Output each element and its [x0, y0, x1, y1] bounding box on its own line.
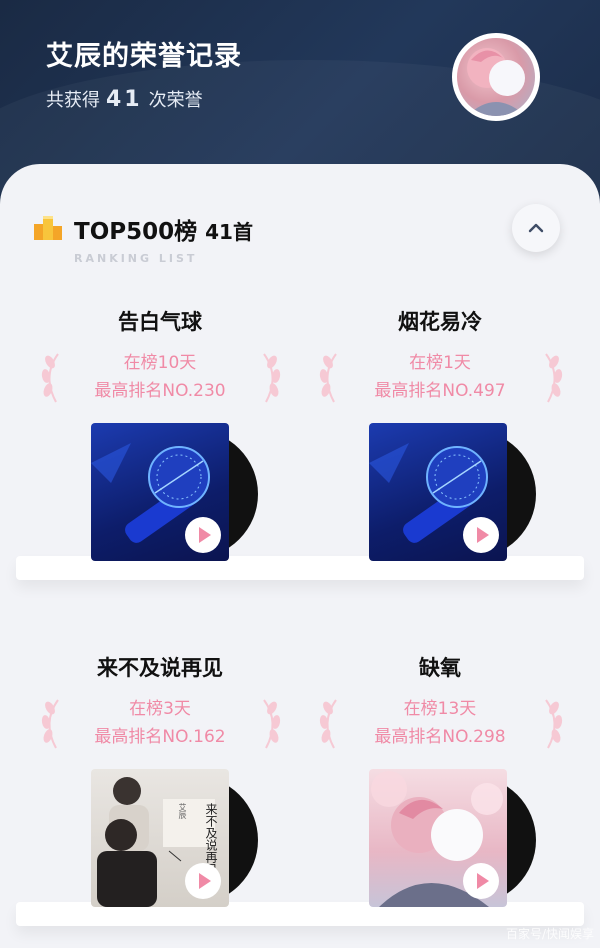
play-button[interactable] [185, 863, 221, 899]
laurel-right-icon [545, 353, 563, 403]
page-title: 艾辰的荣誉记录 [46, 41, 242, 72]
podium-icon [34, 216, 62, 240]
album-cover[interactable] [369, 769, 507, 907]
song-title: 告白气球 [118, 310, 202, 334]
section-title: TOP500榜 41首 [74, 212, 253, 246]
section-title-text: TOP500榜 [74, 219, 198, 245]
section-subtitle: RANKING LIST [74, 252, 198, 265]
avatar-illustration [467, 48, 525, 116]
album-cover[interactable] [91, 423, 229, 561]
album-cover[interactable]: 来不及说再见 艾辰 [91, 769, 229, 907]
song-item[interactable]: 来不及说再见 在榜3天 最高排名NO.162 来不及说再见 艾辰 [10, 646, 310, 916]
collapse-button[interactable] [512, 204, 560, 252]
laurel-left-icon [319, 353, 337, 403]
laurel-right-icon [545, 699, 563, 749]
chevron-up-icon [528, 223, 544, 233]
honor-summary-suffix: 次荣誉 [148, 90, 203, 111]
honor-count: 41 [106, 87, 143, 112]
song-item[interactable]: 告白气球 在榜10天 最高排名NO.230 [10, 300, 310, 570]
honor-summary: 共获得 41 次荣誉 [46, 86, 203, 112]
song-title: 缺氧 [419, 656, 461, 680]
song-item[interactable]: 烟花易冷 在榜1天 最高排名NO.497 [290, 300, 590, 570]
laurel-left-icon [41, 353, 59, 403]
laurel-right-icon [263, 699, 281, 749]
avatar[interactable] [452, 33, 540, 121]
laurel-left-icon [319, 699, 337, 749]
watermark: 百家号/快闻娱享 [505, 927, 594, 941]
play-button[interactable] [185, 517, 221, 553]
section-count: 41首 [205, 220, 253, 244]
song-title: 烟花易冷 [398, 310, 482, 334]
laurel-left-icon [41, 699, 59, 749]
honor-summary-prefix: 共获得 [46, 90, 100, 111]
song-item[interactable]: 缺氧 在榜13天 最高排名NO.298 [290, 646, 590, 916]
play-button[interactable] [463, 863, 499, 899]
song-title: 来不及说再见 [97, 656, 223, 680]
album-cover[interactable] [369, 423, 507, 561]
laurel-right-icon [263, 353, 281, 403]
play-button[interactable] [463, 517, 499, 553]
album-artist-text: 艾辰 [178, 803, 187, 819]
